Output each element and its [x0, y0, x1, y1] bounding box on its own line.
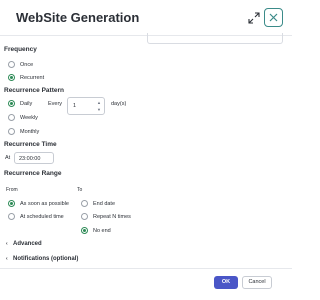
advanced-label: Advanced	[13, 241, 42, 247]
cancel-button[interactable]: Cancel	[242, 276, 272, 289]
frequency-label: Frequency	[4, 46, 37, 53]
dialog-header: WebSite Generation	[0, 0, 292, 36]
footer-divider	[0, 268, 292, 269]
notifications-section-toggle[interactable]: ‹ Notifications (optional)	[6, 256, 78, 262]
unit-label: day(s)	[111, 101, 127, 107]
chevron-right-icon: ‹	[6, 241, 8, 247]
to-label: To	[77, 187, 83, 193]
pattern-monthly-label: Monthly	[20, 129, 40, 135]
recurrence-pattern-label: Recurrence Pattern	[4, 87, 64, 94]
pattern-weekly-radio[interactable]	[8, 114, 15, 121]
website-generation-dialog: WebSite Generation Frequency Once Recurr…	[0, 0, 292, 300]
from-scheduled-label: At scheduled time	[20, 214, 64, 220]
every-label: Every	[48, 101, 63, 107]
pattern-monthly-radio[interactable]	[8, 128, 15, 135]
previous-field-bottom	[147, 33, 283, 44]
frequency-recurrent-label: Recurrent	[20, 75, 45, 81]
to-no-end-radio[interactable]	[81, 227, 88, 234]
pattern-daily-label: Daily	[20, 101, 33, 107]
every-number-input[interactable]: 1 ▲ ▼	[67, 97, 105, 115]
pattern-weekly-label: Weekly	[20, 115, 38, 121]
chevron-right-icon: ‹	[6, 256, 8, 262]
every-value: 1	[73, 103, 77, 109]
from-asap-label: As soon as possible	[20, 201, 69, 207]
at-label: At	[5, 155, 11, 161]
close-x-icon	[269, 13, 278, 22]
frequency-recurrent-radio[interactable]	[8, 74, 15, 81]
from-scheduled-radio[interactable]	[8, 213, 15, 220]
time-input[interactable]: 23:00:00	[14, 152, 54, 164]
from-label: From	[6, 187, 18, 193]
frequency-once-radio[interactable]	[8, 61, 15, 68]
expand-arrows-icon	[248, 12, 260, 24]
dialog-title: WebSite Generation	[16, 10, 140, 25]
expand-button[interactable]	[246, 10, 262, 26]
to-end-date-radio[interactable]	[81, 200, 88, 207]
close-button[interactable]	[264, 8, 283, 27]
ok-button[interactable]: OK	[214, 276, 238, 289]
increment-icon[interactable]: ▲	[97, 100, 101, 105]
decrement-icon[interactable]: ▼	[97, 107, 101, 112]
frequency-once-label: Once	[20, 62, 34, 68]
from-asap-radio[interactable]	[8, 200, 15, 207]
to-repeat-n-radio[interactable]	[81, 213, 88, 220]
advanced-section-toggle[interactable]: ‹ Advanced	[6, 241, 42, 247]
to-no-end-label: No end	[93, 228, 111, 234]
time-value: 23:00:00	[19, 156, 41, 162]
to-end-date-label: End date	[93, 201, 116, 207]
notifications-label: Notifications (optional)	[13, 256, 79, 262]
pattern-daily-radio[interactable]	[8, 100, 15, 107]
recurrence-time-label: Recurrence Time	[4, 141, 57, 148]
recurrence-range-label: Recurrence Range	[4, 170, 62, 177]
to-repeat-n-label: Repeat N times	[93, 214, 131, 220]
